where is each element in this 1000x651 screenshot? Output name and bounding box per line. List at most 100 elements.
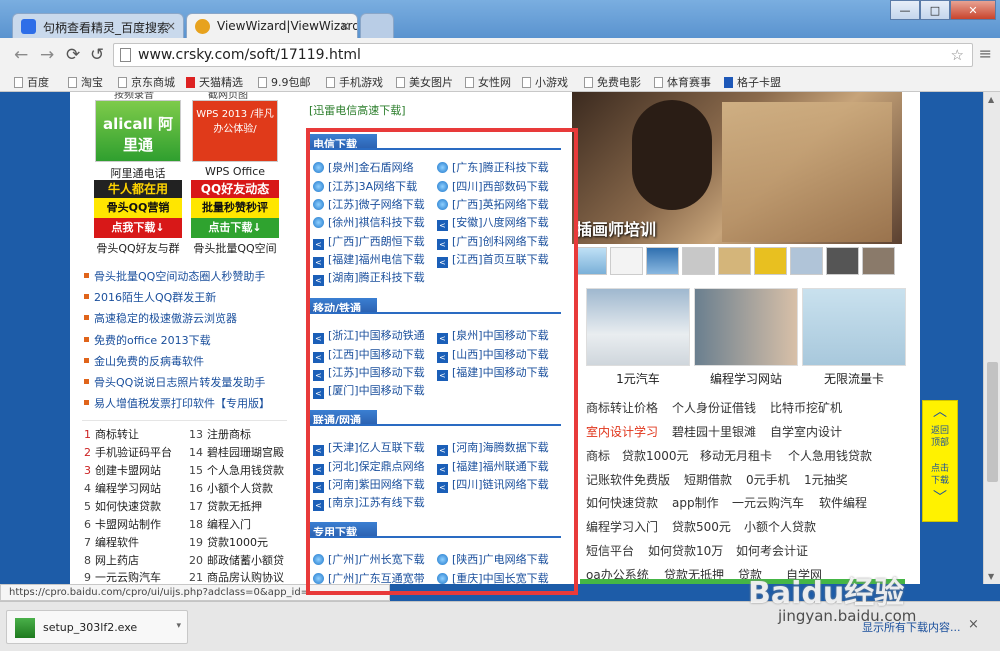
keyword-link[interactable]: 一元云购汽车 — [732, 494, 804, 511]
thumbnail[interactable] — [718, 247, 751, 275]
list-item[interactable]: 易人增值税发票打印软件【专用版】 — [84, 395, 289, 416]
tab-viewwizard[interactable]: ViewWizard|ViewWizard × — [186, 13, 358, 39]
close-shelf-icon[interactable]: × — [968, 617, 979, 632]
keyword-link[interactable]: 商标转让价格 — [586, 399, 658, 416]
bookmark-item[interactable]: 体育赛事 — [654, 74, 711, 90]
card-car-image[interactable] — [586, 288, 690, 366]
keyword-link[interactable]: 贷款500元 — [672, 518, 731, 535]
keyword-link-highlighted[interactable]: 室内设计学习 — [586, 423, 658, 440]
keyword-link[interactable]: 0元手机 — [746, 471, 790, 488]
bookmark-item[interactable]: 小游戏 — [522, 74, 568, 90]
new-tab-button[interactable] — [360, 13, 394, 39]
card-simcard-image[interactable] — [802, 288, 906, 366]
bookmark-item[interactable]: 9.9包邮 — [258, 74, 311, 90]
keyword-link[interactable]: 软件编程 — [819, 494, 867, 511]
rank-item[interactable]: 16 小额个人贷款 — [189, 480, 273, 496]
back-to-top-button[interactable]: 返回顶部 — [930, 425, 950, 449]
rank-item[interactable]: 13 注册商标 — [189, 426, 251, 442]
card-label[interactable]: 1元汽车 — [586, 370, 690, 387]
keyword-link[interactable]: 如何快速贷款 — [586, 494, 658, 511]
rank-item[interactable]: 4 编程学习网站 — [84, 480, 161, 496]
rank-item[interactable]: 18 编程入门 — [189, 516, 251, 532]
keyword-link[interactable]: 商标 — [586, 447, 610, 464]
thunder-download-link[interactable]: [迅雷电信高速下载] — [309, 102, 406, 118]
download-now-button[interactable]: 点击下载 — [930, 463, 950, 487]
thumbnail[interactable] — [862, 247, 895, 275]
rank-item[interactable]: 6 卡盟网站制作 — [84, 516, 161, 532]
page-scrollbar[interactable]: ▲ ▼ — [983, 92, 1000, 584]
close-window-button[interactable]: ✕ — [950, 0, 996, 20]
keyword-link[interactable]: 碧桂园十里银滩 — [672, 423, 756, 440]
bookmark-item[interactable]: 女性网 — [465, 74, 511, 90]
address-bar[interactable]: www.crsky.com/soft/17119.html ☆ — [113, 43, 973, 67]
rank-item[interactable]: 17 贷款无抵押 — [189, 498, 262, 514]
app-qq-space[interactable]: QQ好友动态 批量秒赞秒评 点击下载↓ 骨头批量QQ空间 — [185, 180, 285, 256]
rank-item[interactable]: 14 碧桂园珊瑚宫殿 — [189, 444, 284, 460]
rank-item[interactable]: 5 如何快速贷款 — [84, 498, 161, 514]
list-item[interactable]: 骨头批量QQ空间动态圈人秒赞助手 — [84, 268, 289, 289]
up-arrow-icon[interactable]: ︿ — [923, 405, 957, 419]
list-item[interactable]: 免费的office 2013下载 — [84, 332, 289, 353]
keyword-link[interactable]: 如何贷款10万 — [648, 542, 723, 559]
menu-icon[interactable]: ≡ — [979, 46, 992, 62]
app-qq-marketing[interactable]: 牛人都在用 骨头QQ营销 点我下载↓ 骨头QQ好友与群 — [88, 180, 188, 256]
close-tab-icon[interactable]: × — [340, 19, 350, 33]
keyword-link[interactable]: 记账软件免费版 — [586, 471, 670, 488]
thumbnail[interactable] — [826, 247, 859, 275]
list-item[interactable]: 2016陌生人QQ群发王新 — [84, 289, 289, 310]
rank-item[interactable]: 3 创建卡盟网站 — [84, 462, 161, 478]
tab-baidu-search[interactable]: 句柄查看精灵_百度搜索 × — [12, 13, 184, 39]
scroll-up-icon[interactable]: ▲ — [988, 95, 994, 104]
back-arrow-icon[interactable]: ← — [14, 45, 28, 65]
rank-item[interactable]: 19 贷款1000元 — [189, 534, 268, 550]
thumbnail[interactable] — [574, 247, 607, 275]
keyword-link[interactable]: 小额个人贷款 — [744, 518, 816, 535]
card-coding-image[interactable] — [694, 288, 798, 366]
card-label[interactable]: 无限流量卡 — [802, 370, 906, 387]
down-arrow-icon[interactable]: ﹀ — [923, 491, 957, 505]
stop-icon[interactable]: ↺ — [90, 45, 104, 65]
card-label[interactable]: 编程学习网站 — [694, 370, 798, 387]
keyword-link[interactable]: 短期借款 — [684, 471, 732, 488]
rank-item[interactable]: 20 邮政储蓄小额贷 — [189, 552, 284, 568]
thumbnail[interactable] — [682, 247, 715, 275]
rank-item[interactable]: 9 一元云购汽车 — [84, 569, 161, 584]
thumbnail[interactable] — [610, 247, 643, 275]
bookmark-item[interactable]: 免费电影 — [584, 74, 641, 90]
bookmark-item[interactable]: 美女图片 — [396, 74, 453, 90]
scroll-down-icon[interactable]: ▼ — [988, 572, 994, 581]
bookmark-item[interactable]: 天猫精选 — [186, 74, 243, 90]
rank-item[interactable]: 8 网上药店 — [84, 552, 139, 568]
bookmark-item[interactable]: 京东商城 — [118, 74, 175, 90]
forward-arrow-icon[interactable]: → — [40, 45, 54, 65]
list-item[interactable]: 高速稳定的极速傲游云浏览器 — [84, 310, 289, 331]
rank-item[interactable]: 15 个人急用钱贷款 — [189, 462, 284, 478]
maximize-button[interactable]: □ — [920, 0, 950, 20]
thumbnail[interactable] — [646, 247, 679, 275]
rank-item[interactable]: 2 手机验证码平台 — [84, 444, 172, 460]
keyword-link[interactable]: 如何考会计证 — [736, 542, 808, 559]
reload-icon[interactable]: ⟳ — [66, 45, 80, 65]
app-wps[interactable]: WPS 2013 /非凡办公体验/ WPS Office — [185, 100, 285, 178]
app-alicall[interactable]: alicall 阿里通 阿里通电话 — [88, 100, 188, 181]
close-tab-icon[interactable]: × — [166, 19, 176, 33]
minimize-button[interactable]: — — [890, 0, 920, 20]
bookmark-star-icon[interactable]: ☆ — [951, 46, 964, 64]
bookmark-item[interactable]: 淘宝 — [68, 74, 103, 90]
keyword-link[interactable]: 编程学习入门 — [586, 518, 658, 535]
rank-item[interactable]: 21 商品房认购协议 — [189, 569, 284, 584]
keyword-link[interactable]: 移动无月租卡 — [700, 447, 772, 464]
bookmark-item[interactable]: 百度 — [14, 74, 49, 90]
keyword-link[interactable]: 比特币挖矿机 — [770, 399, 842, 416]
keyword-link[interactable]: app制作 — [672, 494, 719, 511]
rank-item[interactable]: 7 编程软件 — [84, 534, 139, 550]
bookmark-item[interactable]: 格子卡盟 — [724, 74, 781, 90]
keyword-link[interactable]: 贷款1000元 — [622, 447, 689, 464]
keyword-link[interactable]: 短信平台 — [586, 542, 634, 559]
keyword-link[interactable]: 自学室内设计 — [770, 423, 842, 440]
keyword-link[interactable]: 个人身份证借钱 — [672, 399, 756, 416]
list-item[interactable]: 金山免费的反病毒软件 — [84, 353, 289, 374]
thumbnail[interactable] — [754, 247, 787, 275]
list-item[interactable]: 骨头QQ说说日志照片转发量发助手 — [84, 374, 289, 395]
rank-item[interactable]: 1 商标转让 — [84, 426, 139, 442]
